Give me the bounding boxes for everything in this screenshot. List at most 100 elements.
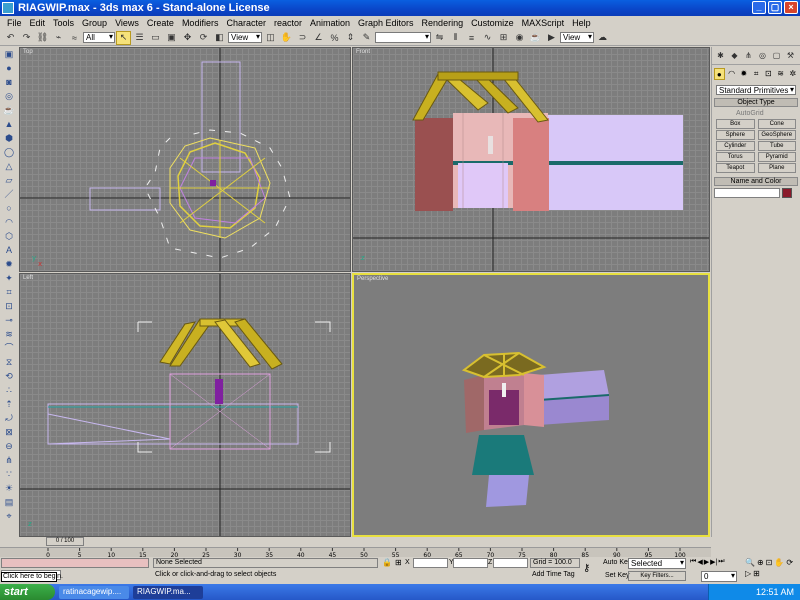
undo-icon[interactable]: ↶ (3, 31, 18, 45)
key-mode-dropdown[interactable]: Selected (628, 558, 686, 569)
link-icon[interactable]: ⛓ (35, 31, 50, 45)
select-move-icon[interactable]: ✥ (180, 31, 195, 45)
primitive-geosphere-icon[interactable]: ⬢ (2, 131, 16, 145)
light-spot-icon[interactable]: ✦ (2, 271, 16, 285)
quick-render-icon[interactable]: ▶ (544, 31, 559, 45)
compound-loft-icon[interactable]: ⋔ (2, 453, 16, 467)
shape-ngon-icon[interactable]: ⬡ (2, 229, 16, 243)
modifier-lathe-icon[interactable]: ⤾ (2, 411, 16, 425)
next-frame-icon[interactable]: ▶| (710, 558, 717, 566)
time-slider-thumb[interactable]: 0 / 100 (46, 537, 84, 546)
space-warps-icon[interactable]: ≋ (776, 68, 786, 80)
render-env-icon[interactable]: ☀ (2, 481, 16, 495)
name-color-rollout[interactable]: Name and Color (714, 177, 798, 186)
select-rotate-icon[interactable]: ⟳ (196, 31, 211, 45)
align-icon[interactable]: ⫴ (448, 31, 463, 45)
unlink-icon[interactable]: ⌁ (51, 31, 66, 45)
cone-button[interactable]: Cone (757, 119, 796, 129)
menu-file[interactable]: File (3, 18, 26, 28)
motion-tab-icon[interactable]: ◎ (756, 49, 769, 62)
object-color-swatch[interactable] (782, 188, 792, 198)
set-key-button[interactable]: Set Key (605, 571, 630, 580)
spacewarp-icon[interactable]: ≋ (2, 327, 16, 341)
mirror-icon[interactable]: ⇋ (432, 31, 447, 45)
video-post-icon[interactable]: ▤ (2, 495, 16, 509)
percent-snap-icon[interactable]: % (327, 31, 342, 45)
minimize-button[interactable]: _ (752, 1, 766, 14)
primitive-cone-icon[interactable]: ▲ (2, 117, 16, 131)
plane-button[interactable]: Plane (757, 163, 796, 173)
named-selection-icon[interactable]: ✎ (359, 31, 374, 45)
viewport-front[interactable]: Front z (352, 47, 710, 272)
absolute-mode-icon[interactable]: ⊞ (395, 558, 402, 567)
object-name-input[interactable] (714, 188, 780, 198)
maximize-viewport-icon[interactable]: ⊞ (753, 569, 760, 578)
helper-tape-icon[interactable]: ⊸ (2, 313, 16, 327)
menu-views[interactable]: Views (111, 18, 143, 28)
viewport-label-left[interactable]: Left (23, 275, 33, 281)
select-manipulate-icon[interactable]: ✋ (279, 31, 294, 45)
add-time-tag[interactable]: Add Time Tag (530, 571, 580, 581)
menu-group[interactable]: Group (78, 18, 111, 28)
current-frame-field[interactable]: 0 (701, 571, 737, 582)
object-type-rollout[interactable]: Object Type (714, 98, 798, 107)
light-omni-icon[interactable]: ✹ (2, 257, 16, 271)
schematic-view-icon[interactable]: ⊞ (496, 31, 511, 45)
particle-spray-icon[interactable]: ∵ (2, 467, 16, 481)
camera-match-icon[interactable]: ⌖ (2, 509, 16, 523)
named-selection-sets-dropdown[interactable] (375, 32, 431, 43)
menu-help[interactable]: Help (568, 18, 595, 28)
goto-start-icon[interactable]: ⏮ (690, 558, 696, 566)
modifier-uvw-icon[interactable]: ⊠ (2, 425, 16, 439)
shapes-icon[interactable]: ◠ (727, 68, 737, 80)
viewport-left[interactable]: Left z (19, 273, 351, 537)
pivot-center-icon[interactable]: ◫ (263, 31, 278, 45)
goto-end-icon[interactable]: ⏭ (718, 558, 724, 566)
modifier-bend-icon[interactable]: ⌒ (2, 341, 16, 355)
primitive-teapot-icon[interactable]: ☕ (2, 103, 16, 117)
spinner-snap-icon[interactable]: ⇕ (343, 31, 358, 45)
modifier-extrude-icon[interactable]: ⇡ (2, 397, 16, 411)
key-icon[interactable]: ⚷ (583, 563, 590, 574)
viewport-label-front[interactable]: Front (356, 49, 370, 55)
teapot-button[interactable]: Teapot (716, 163, 755, 173)
viewport-perspective[interactable]: Perspective (352, 273, 710, 537)
close-button[interactable]: × (784, 1, 798, 14)
arc-rotate-icon[interactable]: ⟳ (786, 558, 793, 567)
primitive-cylinder-icon[interactable]: ◙ (2, 75, 16, 89)
zoom-icon[interactable]: 🔍 (745, 558, 755, 567)
lights-icon[interactable]: ✹ (739, 68, 749, 80)
taskbar-item-ratinacagewip[interactable]: ratinacagewip.... (59, 585, 129, 599)
primitive-torus-icon[interactable]: ◎ (2, 89, 16, 103)
menu-customize[interactable]: Customize (467, 18, 518, 28)
autogrid-checkbox[interactable]: AutoGrid (712, 109, 800, 119)
geometry-icon[interactable]: ● (714, 68, 725, 80)
render-scene-icon[interactable]: ☕ (528, 31, 543, 45)
x-coord-field[interactable] (413, 558, 448, 568)
primitive-pyramid-icon[interactable]: △ (2, 159, 16, 173)
shape-text-icon[interactable]: A (2, 243, 16, 257)
cameras-icon[interactable]: ⌗ (751, 68, 761, 80)
play-icon[interactable]: ▶ (704, 558, 709, 566)
viewport-label-perspective[interactable]: Perspective (357, 276, 388, 282)
material-editor-icon[interactable]: ◉ (512, 31, 527, 45)
create-tab-icon[interactable]: ✱ (714, 49, 727, 62)
select-scale-icon[interactable]: ◧ (212, 31, 227, 45)
menu-rendering[interactable]: Rendering (418, 18, 468, 28)
systems-icon[interactable]: ✲ (788, 68, 798, 80)
primitive-tube-icon[interactable]: ◯ (2, 145, 16, 159)
pan-icon[interactable]: ✋ (774, 558, 784, 567)
redo-icon[interactable]: ↷ (19, 31, 34, 45)
menu-reactor[interactable]: reactor (270, 18, 306, 28)
start-button[interactable]: start (0, 584, 55, 600)
sphere-button[interactable]: Sphere (716, 130, 755, 140)
render-last-icon[interactable]: ☁ (595, 31, 610, 45)
bind-space-warp-icon[interactable]: ≈ (67, 31, 82, 45)
z-coord-field[interactable] (493, 558, 528, 568)
menu-character[interactable]: Character (222, 18, 270, 28)
select-object-icon[interactable]: ↖ (116, 30, 131, 45)
zoom-all-icon[interactable]: ⊕ (757, 558, 764, 567)
shape-line-icon[interactable]: ／ (2, 187, 16, 201)
box-button[interactable]: Box (716, 119, 755, 129)
maxscript-listener-mini[interactable] (1, 558, 149, 568)
